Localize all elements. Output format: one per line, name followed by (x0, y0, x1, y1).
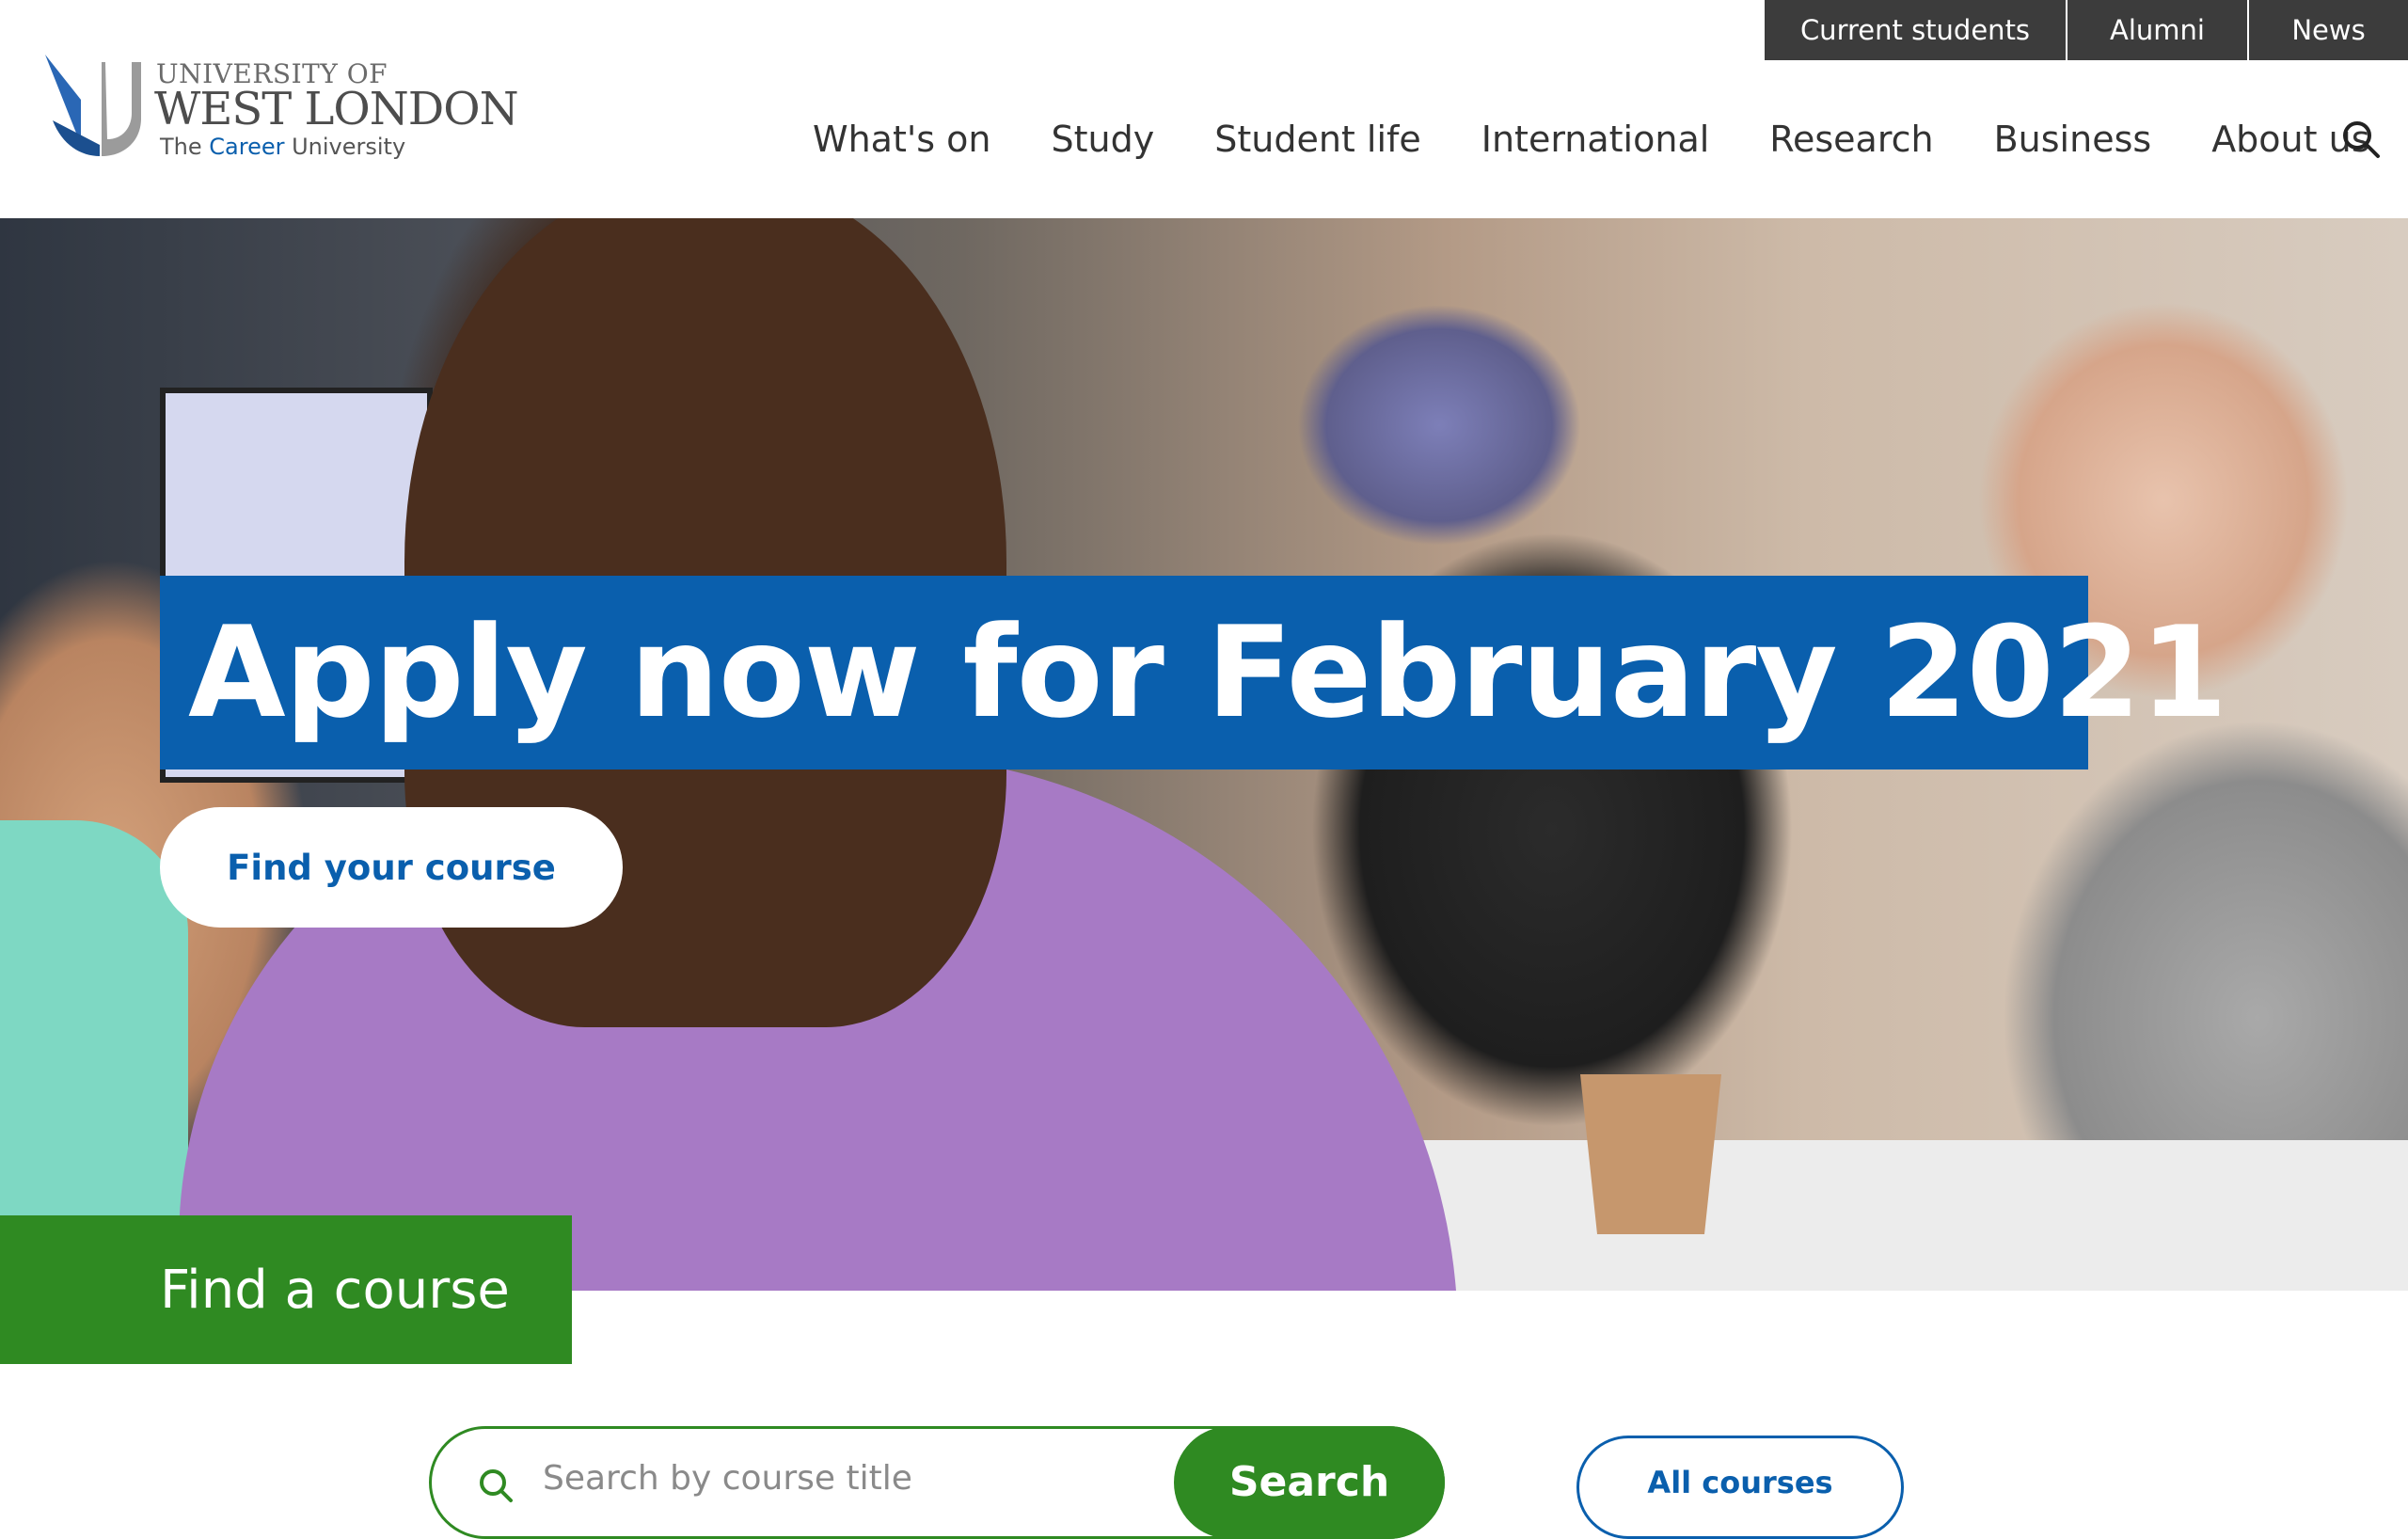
find-a-course-tab: Find a course (0, 1215, 572, 1364)
all-courses-button[interactable]: All courses (1576, 1436, 1904, 1539)
nav-item-research[interactable]: Research (1769, 119, 1933, 160)
nav-item-whats-on[interactable]: What's on (813, 119, 991, 160)
logo-mark-icon (45, 55, 141, 156)
hero-title: Apply now for February 2021 (188, 599, 2227, 746)
course-search-input[interactable] (543, 1450, 1126, 1506)
utility-link-alumni[interactable]: Alumni (2066, 0, 2247, 60)
university-logo[interactable]: UNIVERSITY OF WEST LONDON The Career Uni… (43, 55, 532, 167)
tagline-prefix: The (160, 134, 210, 160)
hero-banner: Apply now for February 2021 Find your co… (0, 218, 2408, 1291)
utility-link-current-students[interactable]: Current students (1765, 0, 2066, 60)
find-your-course-button[interactable]: Find your course (160, 807, 623, 928)
main-navigation: What's on Study Student life Internation… (813, 113, 2370, 166)
logo-tagline: The Career University (160, 134, 405, 160)
utility-link-news[interactable]: News (2247, 0, 2408, 60)
search-icon (477, 1467, 515, 1508)
hero-photo-coffee-cup (1580, 1074, 1721, 1234)
nav-item-business[interactable]: Business (1994, 119, 2152, 160)
nav-item-international[interactable]: International (1481, 119, 1710, 160)
search-icon[interactable] (2340, 119, 2382, 160)
tagline-suffix: University (284, 134, 406, 160)
utility-navigation: Current students Alumni News (1765, 0, 2408, 60)
hero-title-banner: Apply now for February 2021 (160, 576, 2227, 770)
search-button[interactable]: Search (1174, 1426, 1445, 1539)
nav-item-student-life[interactable]: Student life (1214, 119, 1421, 160)
hero-photo-table (1336, 1140, 2408, 1291)
find-a-course-heading: Find a course (160, 1259, 510, 1321)
tagline-career: Career (209, 134, 285, 160)
logo-line-west-london: WEST LONDON (154, 83, 519, 135)
nav-item-study[interactable]: Study (1052, 119, 1155, 160)
